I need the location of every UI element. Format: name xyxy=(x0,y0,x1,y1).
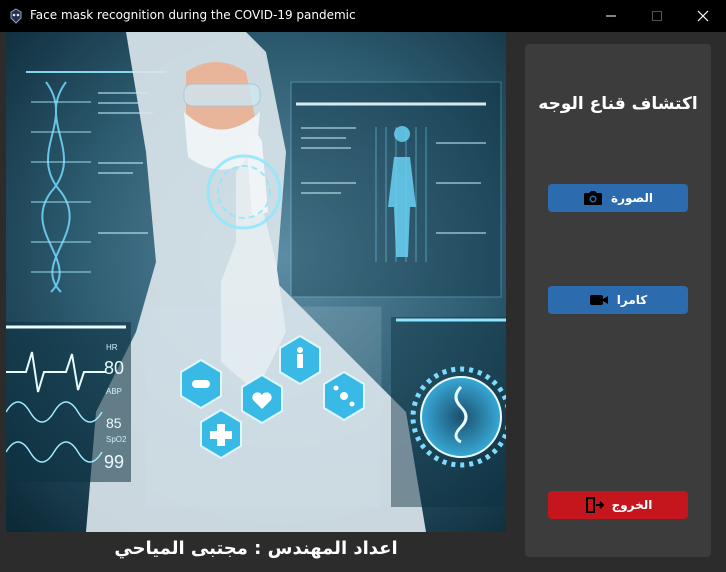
abp-value: 85 xyxy=(106,415,122,431)
exit-button[interactable]: الخروج xyxy=(548,491,688,519)
exit-button-label: الخروج xyxy=(611,498,653,512)
camera-button[interactable]: كامرا xyxy=(548,286,688,314)
spo2-value: 99 xyxy=(104,452,124,472)
hr-label: HR xyxy=(106,343,118,352)
photo-button-label: الصورة xyxy=(611,191,653,205)
body-scan-panel xyxy=(290,81,502,298)
client-area: HR 80 ABP 85 SpO2 99 اعداد المهندس: مجت… xyxy=(0,32,726,572)
app-icon xyxy=(10,8,22,24)
camera-icon xyxy=(583,189,603,207)
photo-button[interactable]: الصورة xyxy=(548,184,688,212)
title-bar: Face mask recognition during the COVID-1… xyxy=(0,0,726,32)
hr-value: 80 xyxy=(104,358,124,378)
credit-bar: اعداد المهندس : مجتبى المياحي xyxy=(0,532,512,572)
spo2-label: SpO2 xyxy=(106,435,127,444)
hex-icon-panel xyxy=(145,306,382,508)
camera-button-label: كامرا xyxy=(616,293,648,307)
window-title: Face mask recognition during the COVID-1… xyxy=(30,8,356,22)
maximize-button[interactable] xyxy=(634,0,680,32)
close-button[interactable] xyxy=(680,0,726,32)
virus-panel xyxy=(391,317,506,507)
close-icon xyxy=(697,10,709,22)
door-exit-icon xyxy=(584,496,604,514)
minimize-button[interactable] xyxy=(588,0,634,32)
video-camera-icon xyxy=(589,291,609,309)
abp-label: ABP xyxy=(106,387,122,396)
vitals-panel: HR 80 ABP 85 SpO2 99 xyxy=(6,322,131,482)
maximize-icon xyxy=(652,11,662,21)
minimize-icon xyxy=(606,15,616,17)
control-panel: اكتشاف قناع الوجه الصورة كامرا الخروج xyxy=(525,44,711,557)
author-credit: اعداد المهندس : مجتبى المياحي xyxy=(114,538,398,559)
medical-illustration: HR 80 ABP 85 SpO2 99 xyxy=(6,32,506,532)
panel-title: اكتشاف قناع الوجه xyxy=(538,94,698,114)
hero-image: HR 80 ABP 85 SpO2 99 xyxy=(6,32,506,532)
